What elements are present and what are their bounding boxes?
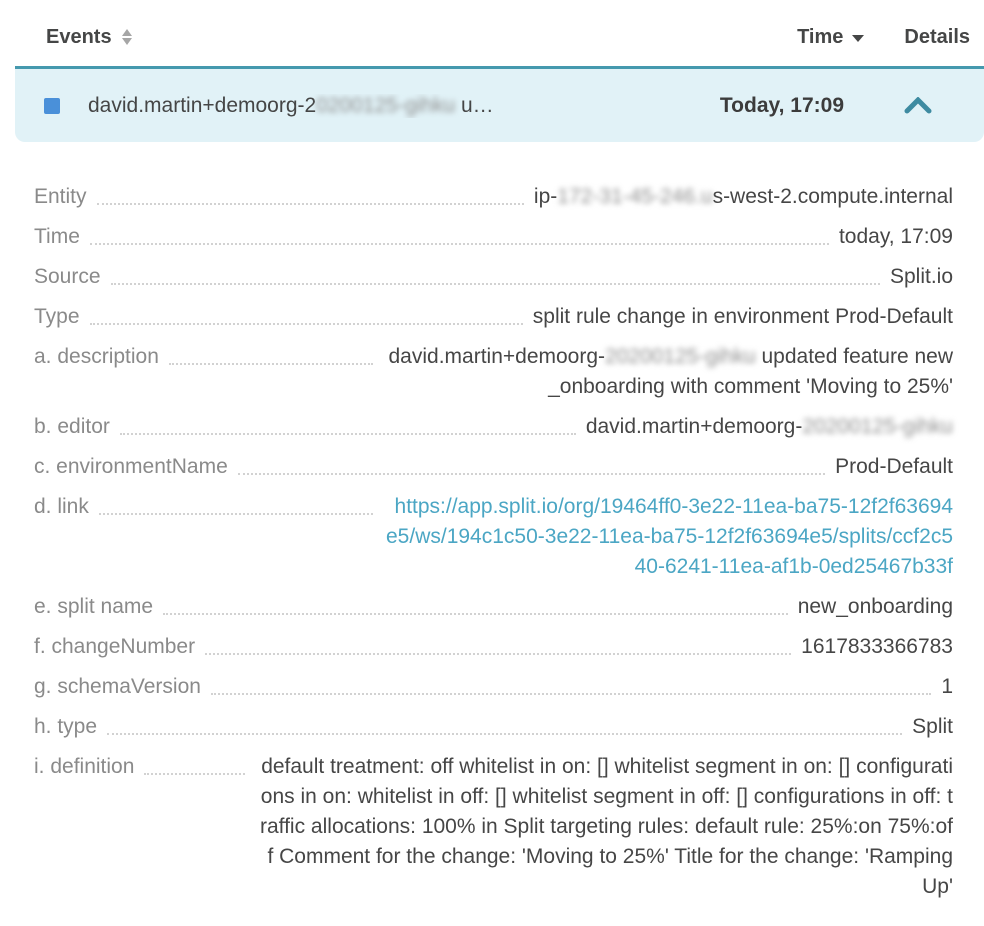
detail-label: e. split name — [34, 592, 153, 622]
event-title-prefix: david.martin+demoorg-2 — [88, 94, 316, 117]
detail-row: b. editor david.martin+demoorg-20200125-… — [34, 412, 953, 442]
sort-arrows-icon — [121, 29, 133, 45]
dotted-leader — [120, 412, 576, 435]
redacted-text: 20200125-gihku — [605, 345, 756, 368]
detail-value-part: ip- — [534, 185, 557, 208]
detail-label: Type — [34, 302, 80, 332]
dotted-leader — [97, 182, 524, 205]
dotted-leader — [211, 672, 931, 695]
detail-value: david.martin+demoorg-20200125-gihku — [586, 412, 953, 442]
detail-value: 1617833366783 — [801, 632, 953, 662]
detail-label: Time — [34, 222, 80, 252]
detail-label: b. editor — [34, 412, 110, 442]
redacted-text: 172-31-45-246.u — [557, 185, 712, 208]
detail-value-part: s-west-2.compute.internal — [713, 185, 953, 208]
detail-value: today, 17:09 — [839, 222, 953, 252]
detail-row: c. environmentName Prod-Default — [34, 452, 953, 482]
detail-row: a. description david.martin+demoorg-2020… — [34, 342, 953, 402]
event-time: Today, 17:09 — [720, 94, 844, 118]
dotted-leader — [99, 492, 373, 515]
dotted-leader — [107, 712, 902, 735]
chevron-up-icon[interactable] — [904, 97, 932, 114]
dotted-leader — [238, 452, 825, 475]
detail-row: h. type Split — [34, 712, 953, 742]
details-column-label: Details — [904, 26, 970, 48]
detail-value: new_onboarding — [798, 592, 953, 622]
detail-value: default treatment: off whitelist in on: … — [255, 752, 953, 902]
dotted-leader — [169, 342, 373, 365]
details-column-header[interactable]: Details — [904, 26, 970, 49]
detail-value: ip-172-31-45-246.us-west-2.compute.inter… — [534, 182, 953, 212]
events-column-label: Events — [46, 26, 112, 49]
time-column-header[interactable]: Time — [797, 26, 864, 49]
detail-row: Type split rule change in environment Pr… — [34, 302, 953, 332]
detail-label: h. type — [34, 712, 97, 742]
detail-link[interactable]: https://app.split.io/org/19464ff0-3e22-1… — [383, 492, 953, 582]
detail-label: f. changeNumber — [34, 632, 195, 662]
table-header: Events Time Details — [0, 0, 984, 66]
detail-row: g. schemaVersion 1 — [34, 672, 953, 702]
detail-row: Time today, 17:09 — [34, 222, 953, 252]
redacted-text: 0200125-gihku — [316, 94, 455, 117]
dotted-leader — [163, 592, 788, 615]
dotted-leader — [90, 222, 829, 245]
detail-label: g. schemaVersion — [34, 672, 201, 702]
detail-row: e. split name new_onboarding — [34, 592, 953, 622]
detail-label: d. link — [34, 492, 89, 522]
dotted-leader — [90, 302, 523, 325]
time-column-label: Time — [797, 26, 843, 49]
event-type-icon — [44, 98, 60, 114]
detail-value: Split.io — [890, 262, 953, 292]
detail-label: a. description — [34, 342, 159, 372]
detail-row: d. link https://app.split.io/org/19464ff… — [34, 492, 953, 582]
event-details-panel: Entity ip-172-31-45-246.us-west-2.comput… — [0, 142, 984, 902]
detail-value-part: david.martin+demoorg- — [586, 415, 803, 438]
dotted-leader — [205, 632, 791, 655]
detail-label: Entity — [34, 182, 87, 212]
detail-value-part: david.martin+demoorg- — [389, 345, 606, 368]
event-title: david.martin+demoorg-20200125-gihku u… — [88, 94, 720, 118]
redacted-text: 20200125-gihku — [802, 415, 953, 438]
detail-value: Split — [912, 712, 953, 742]
detail-row: Entity ip-172-31-45-246.us-west-2.comput… — [34, 182, 953, 212]
dotted-leader — [111, 262, 880, 285]
dotted-leader — [144, 752, 244, 775]
detail-label: c. environmentName — [34, 452, 228, 482]
detail-row: Source Split.io — [34, 262, 953, 292]
detail-row: f. changeNumber 1617833366783 — [34, 632, 953, 662]
event-row[interactable]: david.martin+demoorg-20200125-gihku u… T… — [15, 66, 984, 142]
caret-down-icon — [852, 35, 864, 42]
detail-label: i. definition — [34, 752, 134, 782]
detail-value: Prod-Default — [835, 452, 953, 482]
events-column-header[interactable]: Events — [46, 26, 133, 49]
detail-row: i. definition default treatment: off whi… — [34, 752, 953, 902]
detail-label: Source — [34, 262, 101, 292]
detail-value: 1 — [941, 672, 953, 702]
detail-value: david.martin+demoorg-20200125-gihku upda… — [383, 342, 953, 402]
event-title-suffix: u… — [455, 94, 494, 117]
detail-value: split rule change in environment Prod-De… — [533, 302, 953, 332]
